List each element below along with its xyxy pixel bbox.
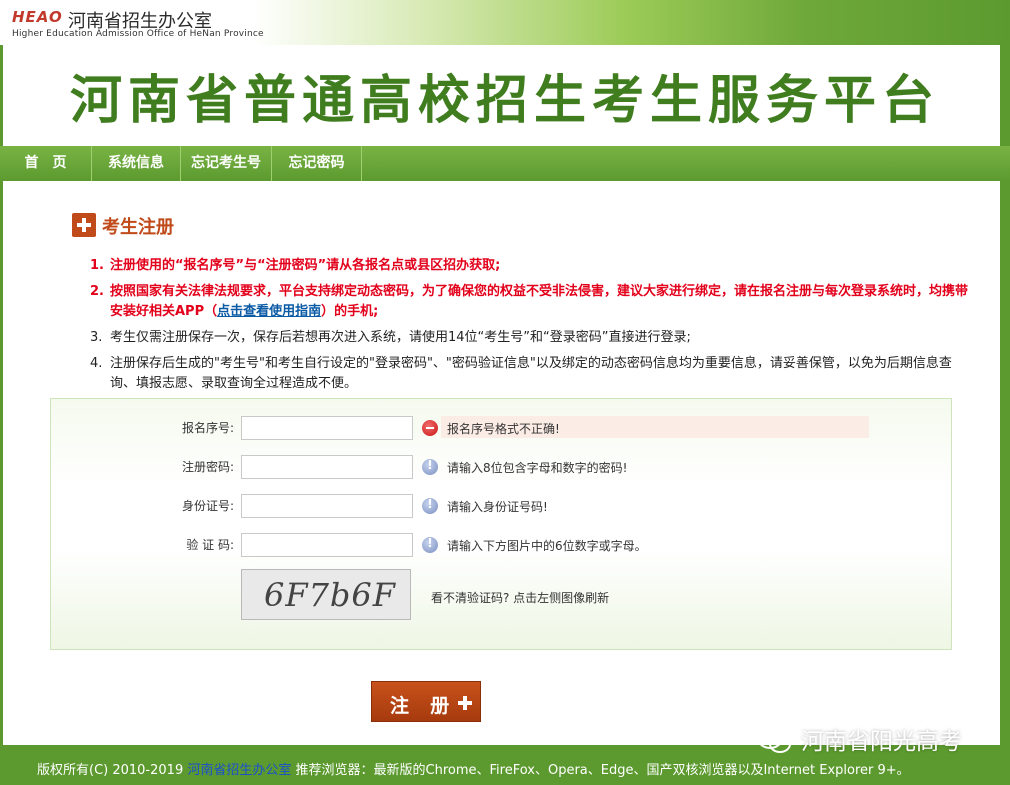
info-icon [422,497,438,514]
form-row-id-number: 身份证号: 请输入身份证号码! [51,494,953,518]
form-row-registration-number: 报名序号: 报名序号格式不正确! [51,416,953,440]
notice-number: 3. [90,330,103,345]
org-name-en: Higher Education Admission Office of HeN… [12,29,264,39]
captcha-image-text: 6F7b6F [264,576,396,614]
notice-text-end: ）的手机; [321,304,379,319]
top-header: HEAO 河南省招生办公室 Higher Education Admission… [0,0,1010,45]
captcha-label: 验 证 码: [186,538,234,552]
password-input[interactable] [241,455,413,479]
error-icon [422,420,438,436]
form-row-captcha: 验 证 码: 请输入下方图片中的6位数字或字母。 [51,533,953,557]
id-number-label: 身份证号: [181,499,234,513]
nav-forgot-exam-number[interactable]: 忘记考生号 [181,146,272,181]
section-title: 考生注册 [102,217,174,238]
id-number-input[interactable] [241,494,413,518]
copyright-text: 版权所有(C) 2010-2019 [37,763,184,778]
notice-item: 2. 按照国家有关法律法规要求，平台支持绑定动态密码，为了确保您的权益不受非法侵… [90,282,970,322]
info-icon [422,458,438,475]
footer-text: 版权所有(C) 2010-2019 河南省招生办公室 推荐浏览器：最新版的Chr… [37,759,910,778]
registration-number-label: 报名序号: [181,421,234,435]
captcha-message: 请输入下方图片中的6位数字或字母。 [447,539,647,553]
registration-number-message: 报名序号格式不正确! [447,422,560,436]
notice-number: 1. [90,258,104,273]
main-nav: 首 页 系统信息 忘记考生号 忘记密码 [0,146,1010,181]
captcha-image[interactable]: 6F7b6F [241,569,411,620]
heao-logo: HEAO [12,8,72,28]
notice-item: 4. 注册保存后生成的"考生号"和考生自行设定的"登录密码"、"密码验证信息"以… [90,354,970,394]
password-message: 请输入8位包含字母和数字的密码! [447,461,628,475]
registration-number-input[interactable] [241,416,413,440]
org-link[interactable]: 河南省招生办公室 [187,763,291,778]
usage-guide-link[interactable]: 点击查看使用指南 [217,304,321,319]
nav-system-info[interactable]: 系统信息 [92,146,181,181]
nav-home[interactable]: 首 页 [0,146,92,181]
info-icon [422,536,438,553]
logo-text: HEAO [12,8,63,26]
nav-forgot-password[interactable]: 忘记密码 [272,146,362,181]
plus-icon [458,696,472,710]
platform-title: 河南省普通高校招生考生服务平台 [69,71,940,131]
notice-item: 3. 考生仅需注册保存一次，保存后若想再次进入系统，请使用14位“考生号”和“登… [90,328,970,348]
form-row-password: 注册密码: 请输入8位包含字母和数字的密码! [51,455,953,479]
notice-list: 1. 注册使用的“报名序号”与“注册密码”请从各报名点或县区招办获取; 2. 按… [90,256,970,400]
captcha-input[interactable] [241,533,413,557]
notice-text: 注册使用的“报名序号”与“注册密码”请从各报名点或县区招办获取; [110,258,501,273]
registration-form: 报名序号: 报名序号格式不正确! 注册密码: 请输入8位包含字母和数字的密码! … [50,398,952,650]
id-number-message: 请输入身份证号码! [447,500,548,514]
notice-text: 注册保存后生成的"考生号"和考生自行设定的"登录密码"、"密码验证信息"以及绑定… [110,356,952,391]
notice-item: 1. 注册使用的“报名序号”与“注册密码”请从各报名点或县区招办获取; [90,256,970,276]
captcha-refresh-hint: 看不清验证码? 点击左侧图像刷新 [431,591,610,605]
watermark-text: 河南省阳光高考 [801,729,962,755]
notice-number: 4. [90,356,103,371]
notice-number: 2. [90,284,104,299]
wechat-icon [757,727,791,753]
password-label: 注册密码: [181,460,234,474]
browser-note: 推荐浏览器：最新版的Chrome、FireFox、Opera、Edge、国产双核… [295,763,910,778]
notice-text: 考生仅需注册保存一次，保存后若想再次进入系统，请使用14位“考生号”和“登录密码… [110,330,691,345]
plus-icon [72,213,96,237]
register-button-label: 注 册 [390,696,458,717]
register-button[interactable]: 注 册 [371,681,481,722]
